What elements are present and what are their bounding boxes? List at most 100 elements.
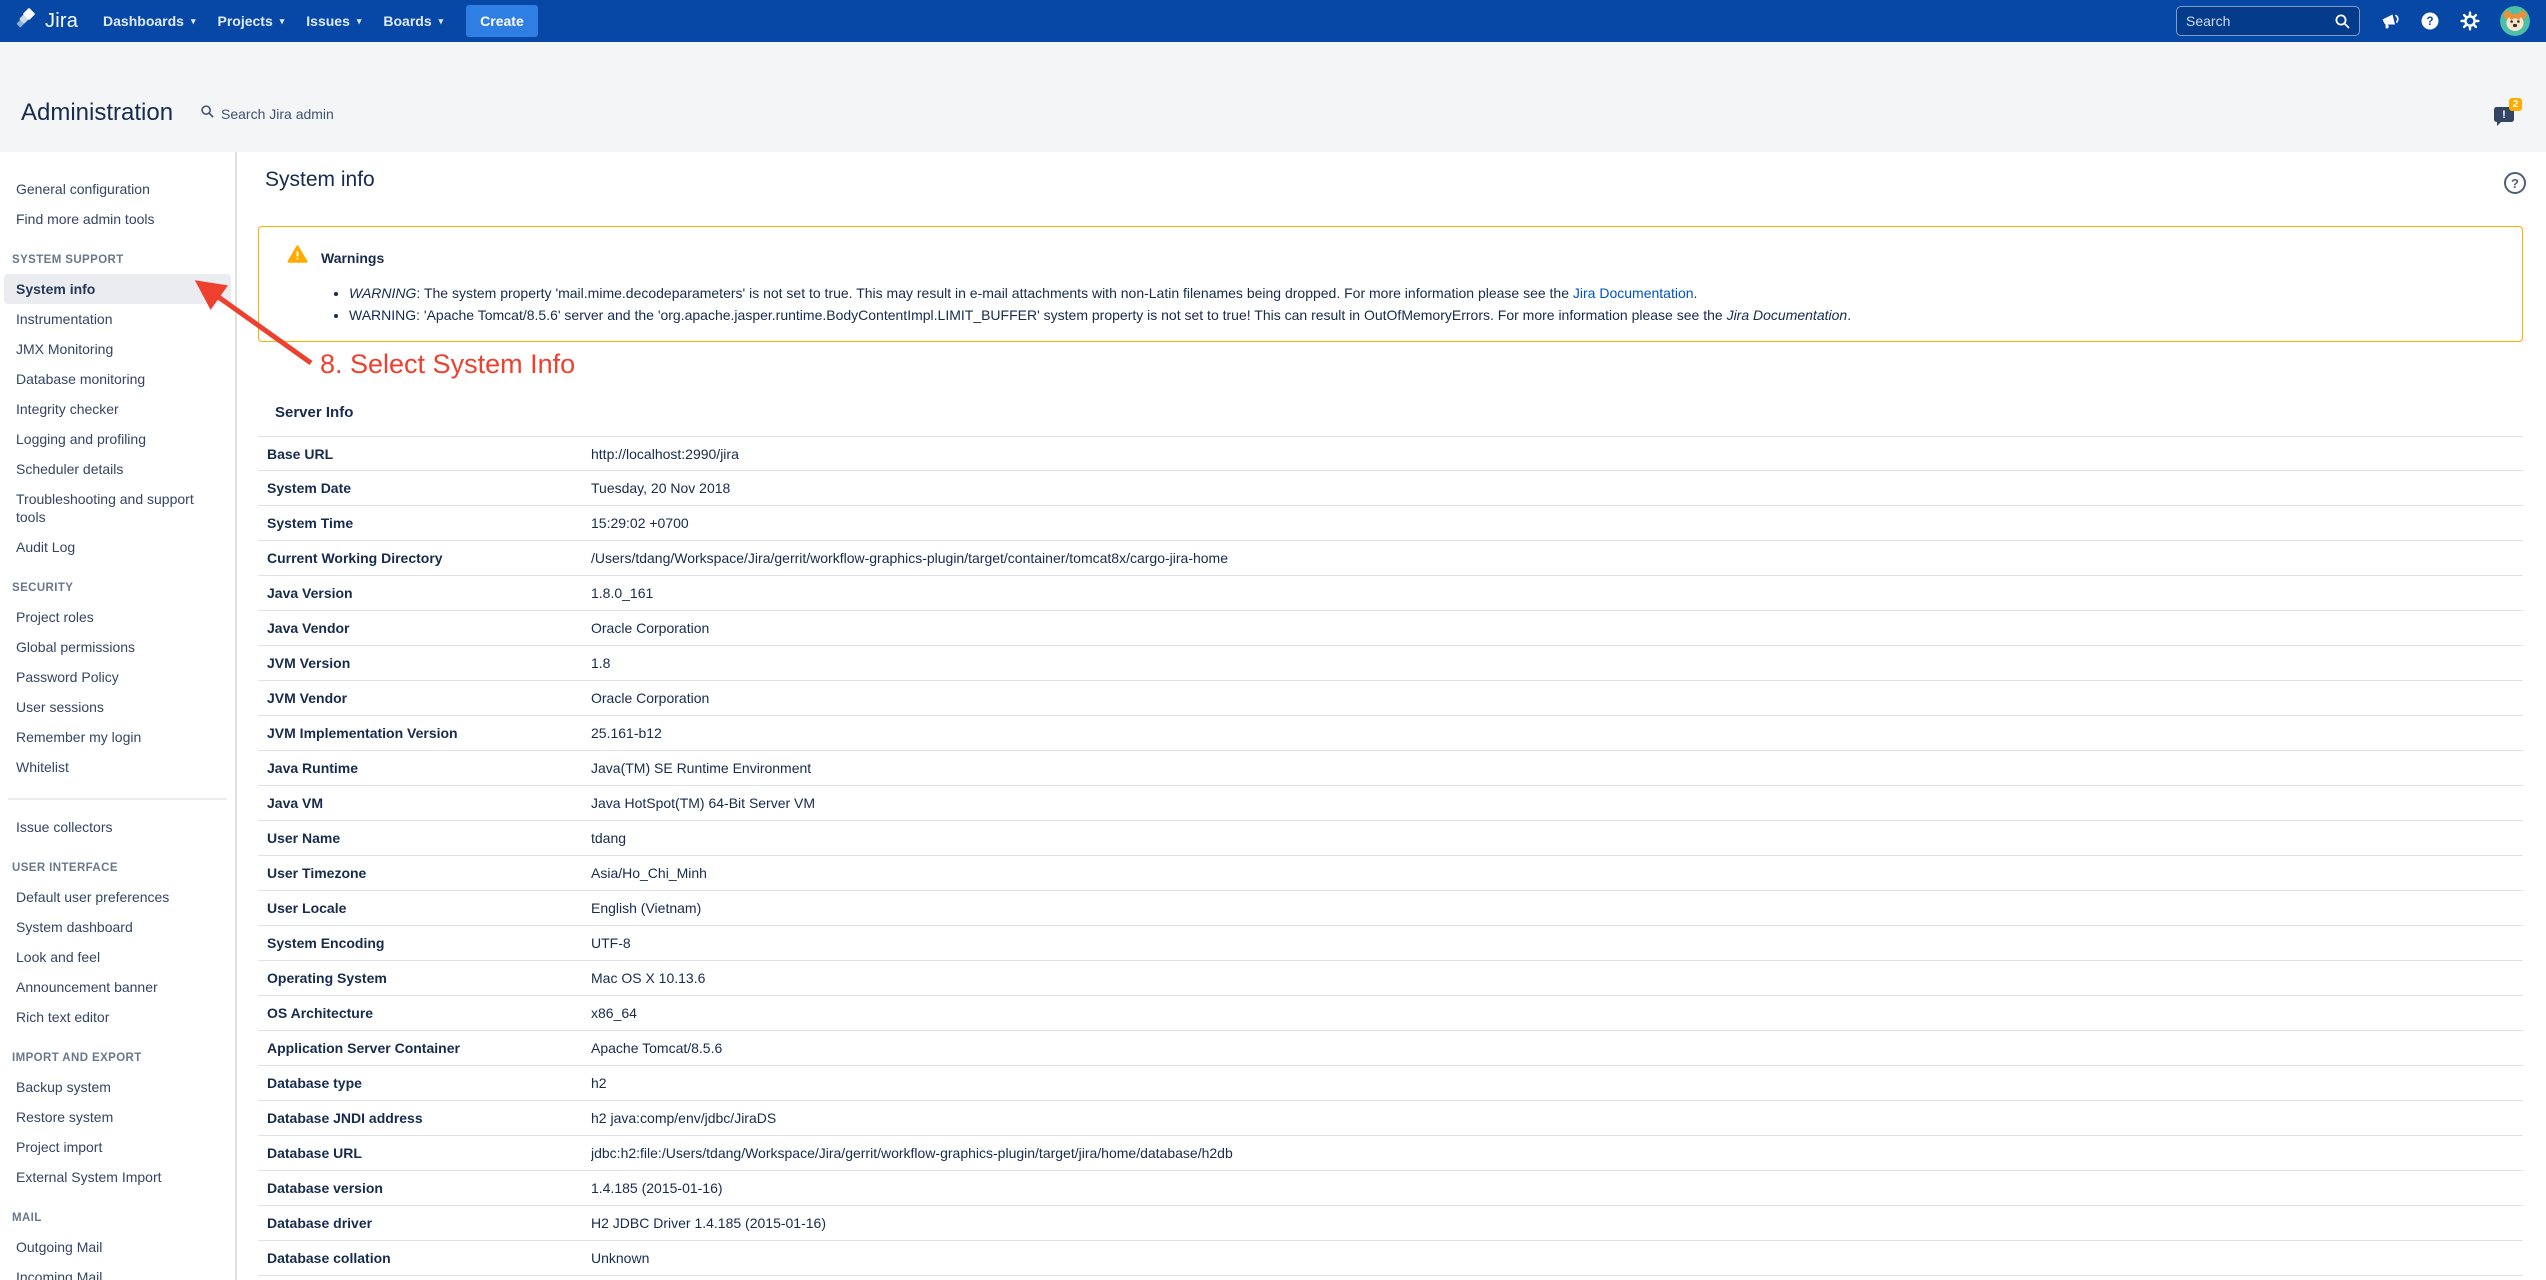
table-row: Application Server ContainerApache Tomca… <box>258 1031 2523 1066</box>
sidebar-item-external-system-import[interactable]: External System Import <box>4 1162 231 1192</box>
sidebar-group: Issue collectors <box>0 798 235 842</box>
sidebar-item-integrity-checker[interactable]: Integrity checker <box>4 394 231 424</box>
sidebar-item-find-more-admin-tools[interactable]: Find more admin tools <box>4 204 231 234</box>
row-label: JVM Version <box>258 655 591 671</box>
sidebar-item-look-and-feel[interactable]: Look and feel <box>4 942 231 972</box>
table-row: Java RuntimeJava(TM) SE Runtime Environm… <box>258 751 2523 786</box>
sidebar-item-general-configuration[interactable]: General configuration <box>4 174 231 204</box>
nav-item-label: Boards <box>383 13 431 29</box>
sidebar-item-audit-log[interactable]: Audit Log <box>4 532 231 562</box>
warning-doc-link[interactable]: Jira Documentation <box>1573 285 1694 301</box>
row-label: Database driver <box>258 1215 591 1231</box>
sidebar-item-instrumentation[interactable]: Instrumentation <box>4 304 231 334</box>
table-row: JVM VendorOracle Corporation <box>258 681 2523 716</box>
warnings-title: Warnings <box>321 244 384 266</box>
row-value: 15:29:02 +0700 <box>591 515 2523 531</box>
nav-item-label: Dashboards <box>103 13 184 29</box>
sidebar-item-incoming-mail[interactable]: Incoming Mail <box>4 1262 231 1280</box>
row-value: Oracle Corporation <box>591 690 2523 706</box>
notification-badge: 2 <box>2509 98 2522 111</box>
notification-icon[interactable]: ! 2 <box>2494 102 2520 126</box>
admin-search[interactable] <box>200 104 521 123</box>
sidebar-item-project-roles[interactable]: Project roles <box>4 602 231 632</box>
table-row: Database driverH2 JDBC Driver 1.4.185 (2… <box>258 1206 2523 1241</box>
help-icon[interactable]: ? <box>2504 172 2526 194</box>
sidebar-item-issue-collectors[interactable]: Issue collectors <box>4 812 231 842</box>
sidebar-section-header: MAIL <box>0 1208 235 1232</box>
nav-item-issues[interactable]: Issues▾ <box>295 5 372 37</box>
sidebar-group: MAILOutgoing MailIncoming Mail <box>0 1208 235 1280</box>
sidebar-item-global-permissions[interactable]: Global permissions <box>4 632 231 662</box>
row-label: System Time <box>258 515 591 531</box>
sidebar-item-system-dashboard[interactable]: System dashboard <box>4 912 231 942</box>
row-value: Apache Tomcat/8.5.6 <box>591 1040 2523 1056</box>
sidebar-item-remember-my-login[interactable]: Remember my login <box>4 722 231 752</box>
warnings-list: WARNING: The system property 'mail.mime.… <box>349 282 2502 326</box>
sidebar-item-rich-text-editor[interactable]: Rich text editor <box>4 1002 231 1032</box>
row-label: Java Vendor <box>258 620 591 636</box>
sidebar-item-announcement-banner[interactable]: Announcement banner <box>4 972 231 1002</box>
row-value: UTF-8 <box>591 935 2523 951</box>
sidebar-item-default-user-preferences[interactable]: Default user preferences <box>4 882 231 912</box>
sidebar-item-logging-and-profiling[interactable]: Logging and profiling <box>4 424 231 454</box>
page-title: System info <box>265 168 375 192</box>
chevron-down-icon: ▾ <box>357 16 362 27</box>
row-value: Java HotSpot(TM) 64-Bit Server VM <box>591 795 2523 811</box>
sidebar-item-project-import[interactable]: Project import <box>4 1132 231 1162</box>
chevron-down-icon: ▾ <box>280 16 285 27</box>
table-row: Java VendorOracle Corporation <box>258 611 2523 646</box>
navbar-search[interactable] <box>2176 6 2360 36</box>
warning-item: WARNING: The system property 'mail.mime.… <box>349 282 2502 304</box>
row-value: H2 JDBC Driver 1.4.185 (2015-01-16) <box>591 1215 2523 1231</box>
nav-item-dashboards[interactable]: Dashboards▾ <box>92 5 206 37</box>
table-row: Base URLhttp://localhost:2990/jira <box>258 436 2523 471</box>
server-info-title: Server Info <box>275 404 353 421</box>
server-info-table: Base URLhttp://localhost:2990/jira System… <box>258 436 2523 1276</box>
user-avatar[interactable] <box>2500 6 2530 36</box>
row-value: h2 java:comp/env/jdbc/JiraDS <box>591 1110 2523 1126</box>
sidebar-item-whitelist[interactable]: Whitelist <box>4 752 231 782</box>
row-value: x86_64 <box>591 1005 2523 1021</box>
sidebar-item-user-sessions[interactable]: User sessions <box>4 692 231 722</box>
table-row: Operating SystemMac OS X 10.13.6 <box>258 961 2523 996</box>
jira-logo-icon <box>16 8 38 35</box>
row-value: http://localhost:2990/jira <box>591 446 2523 462</box>
sidebar-section-header: SYSTEM SUPPORT <box>0 250 235 274</box>
nav-item-projects[interactable]: Projects▾ <box>206 5 295 37</box>
jira-logo[interactable]: Jira <box>16 8 78 35</box>
create-button[interactable]: Create <box>466 5 538 37</box>
megaphone-icon[interactable] <box>2380 11 2400 31</box>
table-row: OS Architecturex86_64 <box>258 996 2523 1031</box>
row-label: JVM Implementation Version <box>258 725 591 741</box>
sidebar-group: General configurationFind more admin too… <box>0 174 235 234</box>
warning-text: . <box>1847 307 1851 323</box>
sidebar-divider <box>8 798 227 800</box>
row-label: JVM Vendor <box>258 690 591 706</box>
row-value: 1.4.185 (2015-01-16) <box>591 1180 2523 1196</box>
table-row: Java VMJava HotSpot(TM) 64-Bit Server VM <box>258 786 2523 821</box>
row-value: Asia/Ho_Chi_Minh <box>591 865 2523 881</box>
admin-search-input[interactable] <box>221 106 521 122</box>
sidebar-section-header: SECURITY <box>0 578 235 602</box>
sidebar-item-system-info[interactable]: System info <box>4 274 231 304</box>
sidebar-item-restore-system[interactable]: Restore system <box>4 1102 231 1132</box>
search-icon <box>200 104 214 123</box>
gear-icon[interactable] <box>2460 11 2480 31</box>
navbar-search-input[interactable] <box>2186 13 2328 29</box>
sidebar-item-outgoing-mail[interactable]: Outgoing Mail <box>4 1232 231 1262</box>
row-label: Database URL <box>258 1145 591 1161</box>
sidebar-item-database-monitoring[interactable]: Database monitoring <box>4 364 231 394</box>
sidebar-item-troubleshooting-and-support-tools[interactable]: Troubleshooting and support tools <box>4 484 231 532</box>
help-icon[interactable]: ? <box>2420 11 2440 31</box>
row-label: Base URL <box>258 446 591 462</box>
admin-sidebar: General configurationFind more admin too… <box>0 152 237 1280</box>
sidebar-item-password-policy[interactable]: Password Policy <box>4 662 231 692</box>
sidebar-item-scheduler-details[interactable]: Scheduler details <box>4 454 231 484</box>
row-value: h2 <box>591 1075 2523 1091</box>
sidebar-group: USER INTERFACEDefault user preferencesSy… <box>0 858 235 1032</box>
warning-text: WARNING <box>349 285 416 301</box>
sidebar-item-backup-system[interactable]: Backup system <box>4 1072 231 1102</box>
sidebar-item-jmx-monitoring[interactable]: JMX Monitoring <box>4 334 231 364</box>
row-label: Java Version <box>258 585 591 601</box>
nav-item-boards[interactable]: Boards▾ <box>372 5 454 37</box>
